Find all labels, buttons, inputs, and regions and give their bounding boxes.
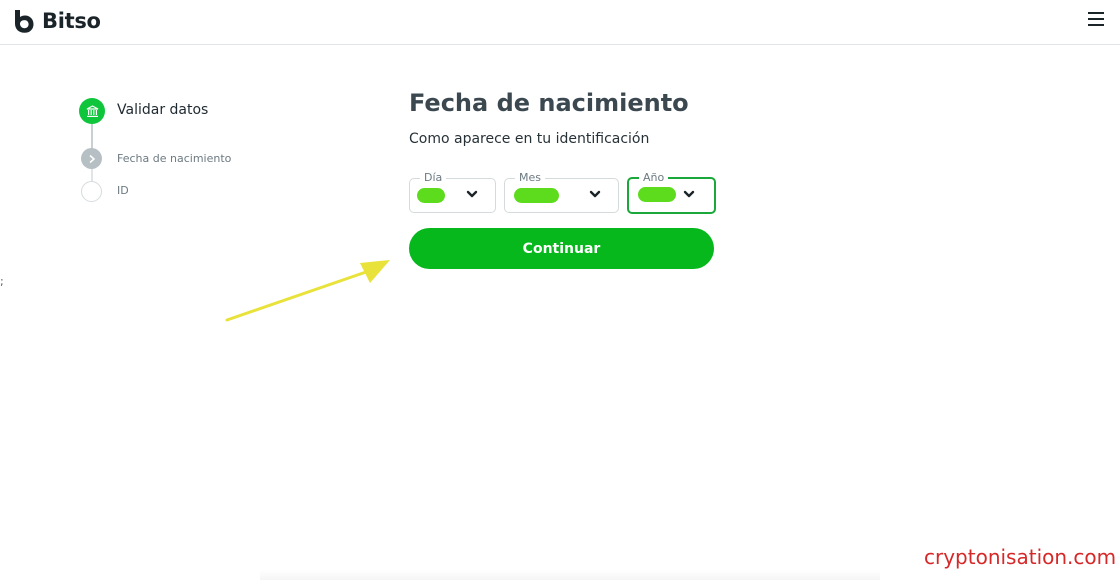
bank-icon bbox=[86, 104, 98, 117]
annotation-arrow-icon bbox=[225, 260, 390, 322]
chevron-right-icon bbox=[89, 154, 95, 163]
step-label-id: ID bbox=[117, 184, 129, 197]
month-select[interactable]: Mes bbox=[504, 171, 619, 213]
chevron-down-icon bbox=[589, 190, 601, 198]
year-select-label: Año bbox=[639, 171, 669, 185]
day-select[interactable]: Día bbox=[409, 171, 496, 213]
day-select-label: Día bbox=[420, 171, 447, 185]
top-bar: Bitso bbox=[0, 0, 1120, 45]
continue-button[interactable]: Continuar bbox=[409, 228, 714, 269]
watermark: cryptonisation.com bbox=[924, 545, 1117, 569]
stray-character: ; bbox=[0, 275, 4, 288]
step-label-fecha: Fecha de nacimiento bbox=[117, 152, 232, 165]
chevron-down-icon bbox=[683, 190, 695, 198]
page-subtitle: Como aparece en tu identificación bbox=[409, 131, 650, 147]
footer-shadow bbox=[260, 570, 880, 580]
step-id-indicator bbox=[81, 181, 102, 202]
month-select-label: Mes bbox=[515, 171, 545, 185]
step-label-validar-datos: Validar datos bbox=[117, 102, 209, 118]
month-select-value bbox=[514, 188, 559, 203]
page-title: Fecha de nacimiento bbox=[409, 89, 689, 117]
hamburger-menu-icon[interactable] bbox=[1088, 12, 1104, 26]
chevron-down-icon bbox=[466, 190, 478, 198]
brand-name: Bitso bbox=[42, 9, 101, 33]
step-fecha-indicator bbox=[81, 148, 102, 169]
bitso-logo-icon bbox=[15, 10, 34, 33]
year-select[interactable]: Año bbox=[627, 171, 716, 214]
brand-logo[interactable]: Bitso bbox=[12, 8, 101, 34]
day-select-value bbox=[417, 188, 445, 203]
step-validar-datos-indicator bbox=[79, 98, 105, 124]
year-select-value bbox=[638, 187, 676, 202]
